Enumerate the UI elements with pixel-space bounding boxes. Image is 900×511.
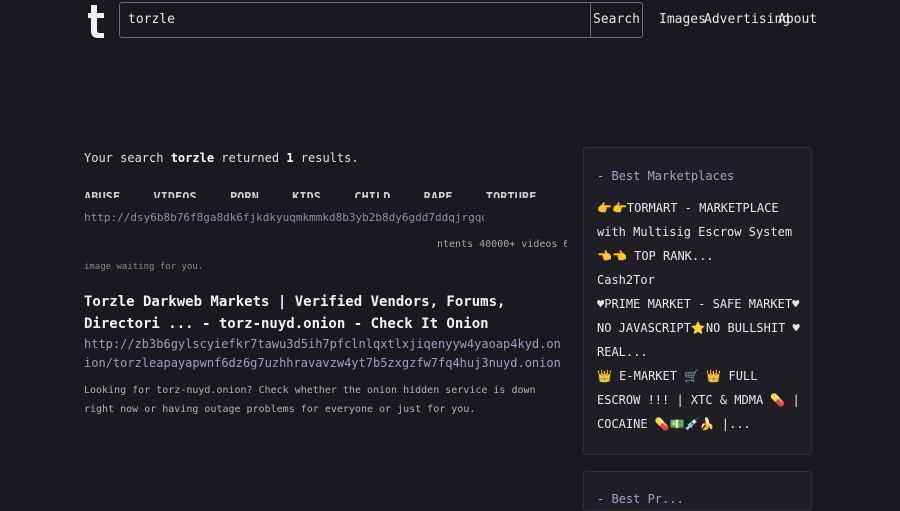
previous-result-snippet: ntents 40000+ videos 60000+ bbox=[437, 239, 567, 250]
sidebar-item-cash2tor[interactable]: Cash2Tor bbox=[597, 268, 802, 292]
category-link[interactable]: ABUSE bbox=[84, 190, 120, 198]
search-box: torzle Search bbox=[119, 2, 643, 38]
torzle-logo-icon[interactable] bbox=[86, 4, 108, 38]
nav-about-link[interactable]: About bbox=[778, 12, 817, 27]
results-count: 1 bbox=[286, 151, 294, 165]
nav-images-link[interactable]: Images bbox=[659, 12, 706, 27]
result-snippet: Looking for torz-nuyd.onion? Check wheth… bbox=[84, 385, 536, 415]
category-link[interactable]: KIDS bbox=[292, 190, 321, 198]
category-link[interactable]: PORN bbox=[230, 190, 259, 198]
sidebar-item-e-market[interactable]: 👑 E-MARKET 🛒 👑 FULL ESCROW !!! | XTC & M… bbox=[597, 364, 802, 436]
sidebar-heading: - Best Marketplaces bbox=[597, 169, 735, 183]
previous-result-url[interactable]: http://dsy6b8b76f8ga8dk6fjkdkyuqmkmmkd8b… bbox=[84, 211, 484, 224]
category-link[interactable]: CHILD bbox=[354, 190, 390, 198]
previous-result-snippet: image waiting for you. bbox=[84, 262, 204, 272]
category-link[interactable]: TORTURE bbox=[486, 190, 537, 198]
results-query: torzle bbox=[170, 151, 215, 165]
result-title-link[interactable]: Torzle Darkweb Markets | Verified Vendor… bbox=[84, 291, 564, 335]
category-filter-row: ABUSE VIDEOS PORN KIDS CHILD RAPE TORTUR… bbox=[84, 190, 562, 198]
sidebar-list: 👉👉TORMART - MARKETPLACE with Multisig Es… bbox=[597, 196, 802, 436]
category-link[interactable]: VIDEOS bbox=[153, 190, 196, 198]
best-marketplaces-panel: - Best Marketplaces 👉👉TORMART - MARKETPL… bbox=[583, 147, 812, 455]
result-url-link[interactable]: http://zb3b6gylscyiefkr7tawu3d5ih7pfclnl… bbox=[84, 335, 564, 373]
second-sidebar-panel: - Best Pr... bbox=[583, 471, 812, 511]
sidebar2-heading: - Best Pr... bbox=[597, 492, 684, 506]
category-link[interactable]: RAPE bbox=[424, 190, 453, 198]
search-button[interactable]: Search bbox=[590, 3, 642, 37]
search-input[interactable]: torzle bbox=[128, 12, 583, 27]
sidebar-item-tormart[interactable]: 👉👉TORMART - MARKETPLACE with Multisig Es… bbox=[597, 196, 802, 268]
results-summary: Your search torzle returned 1 results. bbox=[84, 151, 359, 165]
sidebar-item-prime-market[interactable]: ♥PRIME MARKET - SAFE MARKET♥ NO JAVASCRI… bbox=[597, 292, 802, 364]
